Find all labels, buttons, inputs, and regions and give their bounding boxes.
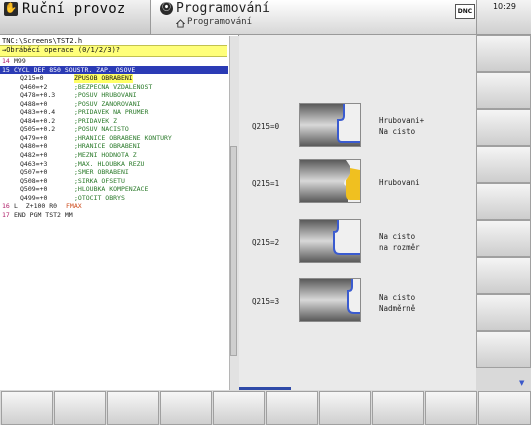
clock: 10:29 <box>476 0 531 35</box>
bottom-softkey-4[interactable] <box>160 391 212 425</box>
right-softkey-2[interactable] <box>476 72 531 109</box>
option-desc: Hrubovani <box>379 178 420 187</box>
program-lines: 14 M99 15 CYCL DEF 850 SOUSTR. ZAP. OSOVE … <box>0 57 228 219</box>
mode-title: Ruční provoz <box>22 1 126 17</box>
program-line[interactable]: Q480=+0 ;HRANICE OBRABENI <box>0 142 228 151</box>
option-label: Q215=2 <box>252 238 280 247</box>
scrollbar-thumb[interactable] <box>230 146 237 356</box>
program-line[interactable]: Q463=+3 ;MAX. HLOUBKA REZU <box>0 160 228 169</box>
finishing-oversize-image <box>299 278 361 322</box>
bottom-softkey-9[interactable] <box>425 391 477 425</box>
bottom-softkey-8[interactable] <box>372 391 424 425</box>
bottom-softkey-6[interactable] <box>266 391 318 425</box>
programming-mode-icon: ⦿ <box>160 2 173 15</box>
option-label: Q215=3 <box>252 297 280 306</box>
program-line-selected[interactable]: 15 CYCL DEF 850 SOUSTR. ZAP. OSOVE <box>0 65 228 75</box>
progress-indicator <box>239 387 291 390</box>
right-softkey-1[interactable] <box>476 35 531 72</box>
program-path: TNC:\Screens\TST2.h <box>2 37 83 45</box>
bottom-softkey-7[interactable] <box>319 391 371 425</box>
roughing-finishing-image <box>299 103 361 147</box>
program-line[interactable]: Q483=+0.4 ;PRIDAVEK NA PRUMER <box>0 108 228 117</box>
roughing-image <box>299 159 361 203</box>
program-line[interactable]: Q507=+0 ;SMER OBRABENI <box>0 168 228 177</box>
right-softkey-4[interactable] <box>476 146 531 183</box>
option-desc: Na cisto na rozměr <box>379 232 420 252</box>
program-line[interactable]: 16 L Z+100 R0 FMAX <box>0 202 228 211</box>
program-line[interactable]: Q509=+0 ;HLOUBKA KOMPENZACE <box>0 185 228 194</box>
program-line[interactable]: Q478=+0.3 ;POSUV HRUBOVANI <box>0 91 228 100</box>
program-line[interactable]: Q508=+0 ;SIRKA OFSETU <box>0 177 228 186</box>
dialog-prompt: →Obráběcí operace (0/1/2/3)? <box>2 46 121 54</box>
machine-mode-icon: ✋ <box>4 2 18 16</box>
program-line[interactable]: Q460=+2 ;BEZPECNA VZDALENOST <box>0 83 228 92</box>
finishing-to-size-image <box>299 219 361 263</box>
program-line[interactable]: Q482=+0 ;MEZNI HODNOTA Z <box>0 151 228 160</box>
option-desc: Hrubovani+ Na cisto <box>379 116 425 136</box>
bottom-softkey-3[interactable] <box>107 391 159 425</box>
right-softkey-9[interactable] <box>476 331 531 368</box>
program-line[interactable]: 17 END PGM TST2 MM <box>0 211 228 220</box>
home-icon <box>176 19 185 28</box>
chevron-down-icon[interactable]: ▼ <box>519 379 524 387</box>
option-desc: Na cisto Nadměrně <box>379 293 416 313</box>
right-softkey-3[interactable] <box>476 109 531 146</box>
bottom-softkey-2[interactable] <box>54 391 106 425</box>
right-softkey-5[interactable] <box>476 183 531 220</box>
bottom-softkey-5[interactable] <box>213 391 265 425</box>
help-graphic-panel: Q215=0 Hrubovani+ Na cisto Q215=1 Hrubova… <box>239 35 476 390</box>
right-softkey-7[interactable] <box>476 257 531 294</box>
option-label: Q215=1 <box>252 179 280 188</box>
right-softkey-6[interactable] <box>476 220 531 257</box>
dnc-icon[interactable]: DNC <box>455 4 475 19</box>
program-line-active-input[interactable]: Q215=0 ZPUSOB OBRABENI <box>0 74 228 83</box>
breadcrumb: Programování <box>187 17 253 27</box>
program-line[interactable]: Q505=+0.2 ;POSUV NACISTO <box>0 125 228 134</box>
program-mode-title: Programování <box>176 1 270 16</box>
bottom-softkey-1[interactable] <box>1 391 53 425</box>
program-line[interactable]: Q484=+0.2 ;PRIDAVEK Z <box>0 117 228 126</box>
program-line[interactable]: 14 M99 <box>0 57 228 66</box>
bottom-softkey-10[interactable] <box>478 391 531 425</box>
program-line[interactable]: Q488=+0 ;POSUV ZANOROVANI <box>0 100 228 109</box>
program-line[interactable]: Q479=+0 ;HRANICE OBRABENE KONTURY <box>0 134 228 143</box>
program-line[interactable]: Q499=+0 ;OTOCIT OBRYS <box>0 194 228 203</box>
option-label: Q215=0 <box>252 122 280 131</box>
right-softkey-8[interactable] <box>476 294 531 331</box>
